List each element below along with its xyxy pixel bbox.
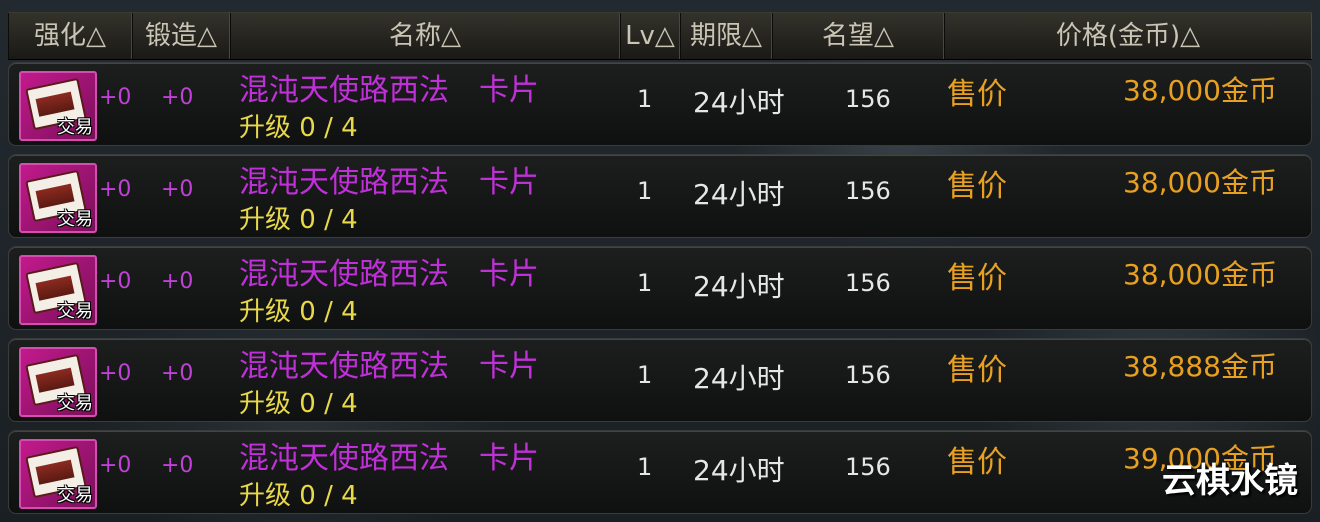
- card-item-icon[interactable]: 交易: [19, 71, 97, 141]
- forge-value: +0: [161, 85, 194, 110]
- card-item-icon[interactable]: 交易: [19, 439, 97, 509]
- trade-label: 交易: [57, 485, 93, 506]
- period-value: 24小时: [693, 454, 785, 487]
- column-header-lv[interactable]: Lv△: [620, 13, 680, 59]
- card-item-icon[interactable]: 交易: [19, 163, 97, 233]
- level-value: 1: [637, 85, 653, 113]
- column-header-fame[interactable]: 名望△: [772, 13, 944, 59]
- trade-label: 交易: [57, 117, 93, 138]
- column-header-enhance[interactable]: 强化△: [8, 13, 132, 59]
- enhance-value: +0: [99, 177, 132, 202]
- fame-value: 156: [845, 85, 891, 113]
- period-value: 24小时: [693, 86, 785, 119]
- table-row[interactable]: 交易 +0 +0 混沌天使路西法 卡片 升级 0 / 4 1 24小时 156 …: [8, 154, 1312, 238]
- enhance-value: +0: [99, 85, 132, 110]
- table-row[interactable]: 交易 +0 +0 混沌天使路西法 卡片 升级 0 / 4 1 24小时 156 …: [8, 338, 1312, 422]
- column-header-period[interactable]: 期限△: [680, 13, 772, 59]
- table-row[interactable]: 交易 +0 +0 混沌天使路西法 卡片 升级 0 / 4 1 24小时 156 …: [8, 62, 1312, 146]
- item-name: 混沌天使路西法 卡片: [239, 257, 539, 292]
- enhance-value: +0: [99, 361, 132, 386]
- card-item-icon[interactable]: 交易: [19, 255, 97, 325]
- period-value: 24小时: [693, 178, 785, 211]
- level-value: 1: [637, 177, 653, 205]
- item-name: 混沌天使路西法 卡片: [239, 441, 539, 476]
- fame-value: 156: [845, 269, 891, 297]
- upgrade-status: 升级 0 / 4: [239, 113, 358, 143]
- sell-label: 售价: [947, 77, 1007, 112]
- period-value: 24小时: [693, 362, 785, 395]
- sell-label: 售价: [947, 261, 1007, 296]
- level-value: 1: [637, 361, 653, 389]
- forge-value: +0: [161, 177, 194, 202]
- item-name: 混沌天使路西法 卡片: [239, 349, 539, 384]
- price-value: 38,000金币: [1123, 74, 1277, 107]
- trade-label: 交易: [57, 301, 93, 322]
- sell-label: 售价: [947, 169, 1007, 204]
- table-row[interactable]: 交易 +0 +0 混沌天使路西法 卡片 升级 0 / 4 1 24小时 156 …: [8, 430, 1312, 514]
- price-value: 38,000金币: [1123, 166, 1277, 199]
- item-name: 混沌天使路西法 卡片: [239, 73, 539, 108]
- fame-value: 156: [845, 453, 891, 481]
- level-value: 1: [637, 453, 653, 481]
- upgrade-status: 升级 0 / 4: [239, 297, 358, 327]
- fame-value: 156: [845, 177, 891, 205]
- fame-value: 156: [845, 361, 891, 389]
- forge-value: +0: [161, 361, 194, 386]
- period-value: 24小时: [693, 270, 785, 303]
- forge-value: +0: [161, 269, 194, 294]
- enhance-value: +0: [99, 269, 132, 294]
- item-name: 混沌天使路西法 卡片: [239, 165, 539, 200]
- trade-label: 交易: [57, 209, 93, 230]
- forge-value: +0: [161, 453, 194, 478]
- column-header-name[interactable]: 名称△: [230, 13, 620, 59]
- upgrade-status: 升级 0 / 4: [239, 389, 358, 419]
- price-value: 38,888金币: [1123, 350, 1277, 383]
- sell-label: 售价: [947, 353, 1007, 388]
- card-item-icon[interactable]: 交易: [19, 347, 97, 417]
- sell-label: 售价: [947, 445, 1007, 480]
- column-header-forge[interactable]: 锻造△: [132, 13, 230, 59]
- price-value: 38,000金币: [1123, 258, 1277, 291]
- trade-label: 交易: [57, 393, 93, 414]
- column-header-price[interactable]: 价格(金币)△: [944, 13, 1312, 59]
- upgrade-status: 升级 0 / 4: [239, 205, 358, 235]
- level-value: 1: [637, 269, 653, 297]
- column-header-bar: 强化△ 锻造△ 名称△ Lv△ 期限△ 名望△ 价格(金币)△: [8, 12, 1312, 60]
- enhance-value: +0: [99, 453, 132, 478]
- watermark: 云棋水镜: [1162, 461, 1298, 501]
- table-row[interactable]: 交易 +0 +0 混沌天使路西法 卡片 升级 0 / 4 1 24小时 156 …: [8, 246, 1312, 330]
- upgrade-status: 升级 0 / 4: [239, 481, 358, 511]
